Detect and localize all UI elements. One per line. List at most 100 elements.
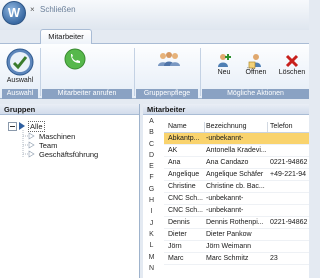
cell-bezeichnung: Dieter Pankow: [206, 231, 252, 238]
cell-name: Marc: [168, 255, 184, 262]
ribbon: Auswahl Neu Öffnen Löschen Auswahl Mitar…: [0, 43, 309, 99]
loeschen-label: Löschen: [278, 69, 306, 76]
alpha-letter[interactable]: D: [143, 150, 160, 161]
close-icon[interactable]: ×: [30, 5, 35, 14]
phone-button[interactable]: [60, 48, 90, 70]
cell-name: Christine: [168, 183, 196, 190]
table-row[interactable]: Dennis Dennis Rothenpi... 0221-94862: [164, 217, 309, 229]
table-row[interactable]: Marc Marc Schmitz 23: [164, 253, 309, 265]
cell-bezeichnung: Ana Candazo: [206, 159, 249, 166]
collapse-icon[interactable]: [8, 122, 17, 131]
cell-name: Abkantp...: [168, 135, 200, 142]
cell-bezeichnung: Dennis Rothenpi...: [206, 219, 264, 226]
ribbon-separator: [134, 48, 135, 96]
column-divider[interactable]: [204, 122, 205, 132]
table-row[interactable]: Christine Christine cb. Bac...: [164, 181, 309, 193]
open-person-icon: [248, 54, 261, 69]
new-person-icon: [218, 54, 231, 67]
delete-x-icon: [285, 54, 299, 68]
phone-icon: [64, 48, 86, 70]
cell-telefon: [270, 133, 315, 145]
cell-bezeichnung: Angelique Schäfer: [206, 171, 264, 178]
group-label-aktionen: Mögliche Aktionen: [202, 89, 309, 99]
checkmark-circle-icon: [6, 48, 34, 76]
tree-item-team[interactable]: Team: [39, 141, 57, 150]
tree-item-geschaeftsfuehrung[interactable]: Geschäftsführung: [39, 150, 98, 159]
cell-bezeichnung: Antonella Kradevi...: [206, 147, 266, 154]
tree-item-maschinen[interactable]: Maschinen: [39, 132, 75, 141]
table-row[interactable]: Jörn Jörn Weimann: [164, 241, 309, 253]
cell-name: CNC Sch...: [168, 207, 204, 214]
column-divider[interactable]: [267, 122, 268, 132]
auswahl-label: Auswahl: [6, 77, 34, 84]
group-label-anrufen: Mitarbeiter anrufen: [42, 89, 132, 99]
tab-mitarbeiter[interactable]: Mitarbeiter: [40, 29, 92, 44]
cell-bezeichnung: Marc Schmitz: [206, 255, 249, 262]
cell-bezeichnung: -unbekannt-: [206, 207, 244, 214]
alpha-letter[interactable]: A: [143, 116, 160, 127]
table-row[interactable]: Dieter Dieter Pankow: [164, 229, 309, 241]
neu-button[interactable]: Neu: [213, 53, 235, 76]
cell-telefon: [270, 241, 315, 253]
table-row[interactable]: CNC Sch... -unbekannt-: [164, 205, 309, 217]
groups-pane: Gruppen Alle Maschinen Team Geschäftsfüh…: [0, 104, 140, 278]
groups-pane-title: Gruppen: [0, 104, 139, 115]
alpha-letter[interactable]: E: [143, 161, 160, 172]
cell-name: Jörn: [168, 243, 182, 250]
cell-telefon: [270, 193, 315, 205]
cell-name: AK: [168, 147, 178, 154]
auswahl-button[interactable]: Auswahl: [4, 47, 36, 84]
cell-bezeichnung: -unbekannt-: [206, 195, 244, 202]
cell-bezeichnung: Jörn Weimann: [206, 243, 252, 250]
cell-name: CNC Sch...: [168, 195, 204, 202]
alpha-letter[interactable]: C: [143, 139, 160, 150]
employees-table: Name Bezeichnung Telefon Abkantp... -unb…: [164, 121, 309, 265]
ribbon-separator: [40, 48, 41, 96]
employees-pane: Mitarbeiter A B C D E F G H I J K L M N …: [143, 104, 309, 278]
cell-telefon: [270, 181, 315, 193]
oeffnen-label: Öffnen: [245, 69, 267, 76]
tree-lines: [22, 130, 35, 158]
cell-bezeichnung: -unbekannt-: [206, 135, 244, 142]
cell-telefon: 23: [270, 255, 278, 262]
cell-name: Ana: [168, 159, 181, 166]
table-header: Name Bezeichnung Telefon: [164, 121, 309, 133]
alpha-letter[interactable]: G: [143, 184, 160, 195]
cell-telefon: [270, 229, 315, 241]
alpha-letter[interactable]: F: [143, 172, 160, 183]
table-row[interactable]: Abkantp... -unbekannt-: [164, 133, 309, 145]
gruppenpflege-button[interactable]: [154, 51, 184, 69]
alpha-letter[interactable]: I: [143, 206, 160, 217]
table-row[interactable]: Ana Ana Candazo 0221-94862: [164, 157, 309, 169]
cell-name: Dieter: [168, 231, 187, 238]
loeschen-button[interactable]: Löschen: [276, 53, 308, 76]
cell-telefon: [270, 145, 315, 157]
cell-telefon: [270, 205, 315, 217]
alpha-letter[interactable]: B: [143, 127, 160, 138]
table-row[interactable]: CNC Sch... -unbekannt-: [164, 193, 309, 205]
group-label-gruppenpflege: Gruppenpflege: [136, 89, 198, 99]
alpha-letter[interactable]: M: [143, 252, 160, 263]
column-header-telefon[interactable]: Telefon: [270, 121, 315, 133]
alpha-letter[interactable]: N: [143, 263, 160, 274]
alpha-letter[interactable]: J: [143, 218, 160, 229]
alpha-letter[interactable]: K: [143, 229, 160, 240]
close-tab-label[interactable]: Schließen: [40, 5, 76, 14]
column-header-bezeichnung[interactable]: Bezeichnung: [206, 121, 266, 133]
cell-telefon: +49-221-94: [270, 171, 307, 178]
alpha-letter[interactable]: L: [143, 240, 160, 251]
alpha-letter[interactable]: H: [143, 195, 160, 206]
cell-bezeichnung: Christine cb. Bac...: [206, 183, 265, 190]
group-arrow-icon: [19, 122, 25, 130]
group-label-auswahl: Auswahl: [2, 89, 38, 99]
oeffnen-button[interactable]: Öffnen: [243, 53, 269, 76]
people-group-icon: [158, 52, 180, 66]
table-row[interactable]: AK Antonella Kradevi...: [164, 145, 309, 157]
app-orb-button[interactable]: W: [2, 1, 26, 25]
employees-pane-title: Mitarbeiter: [143, 104, 309, 115]
cell-telefon: 0221-94862: [270, 159, 308, 166]
title-bar: W × Schließen: [0, 0, 309, 30]
table-row[interactable]: Angelique Angelique Schäfer +49-221-94: [164, 169, 309, 181]
cell-telefon: 0221-94862: [270, 219, 308, 226]
column-header-name[interactable]: Name: [168, 121, 206, 133]
